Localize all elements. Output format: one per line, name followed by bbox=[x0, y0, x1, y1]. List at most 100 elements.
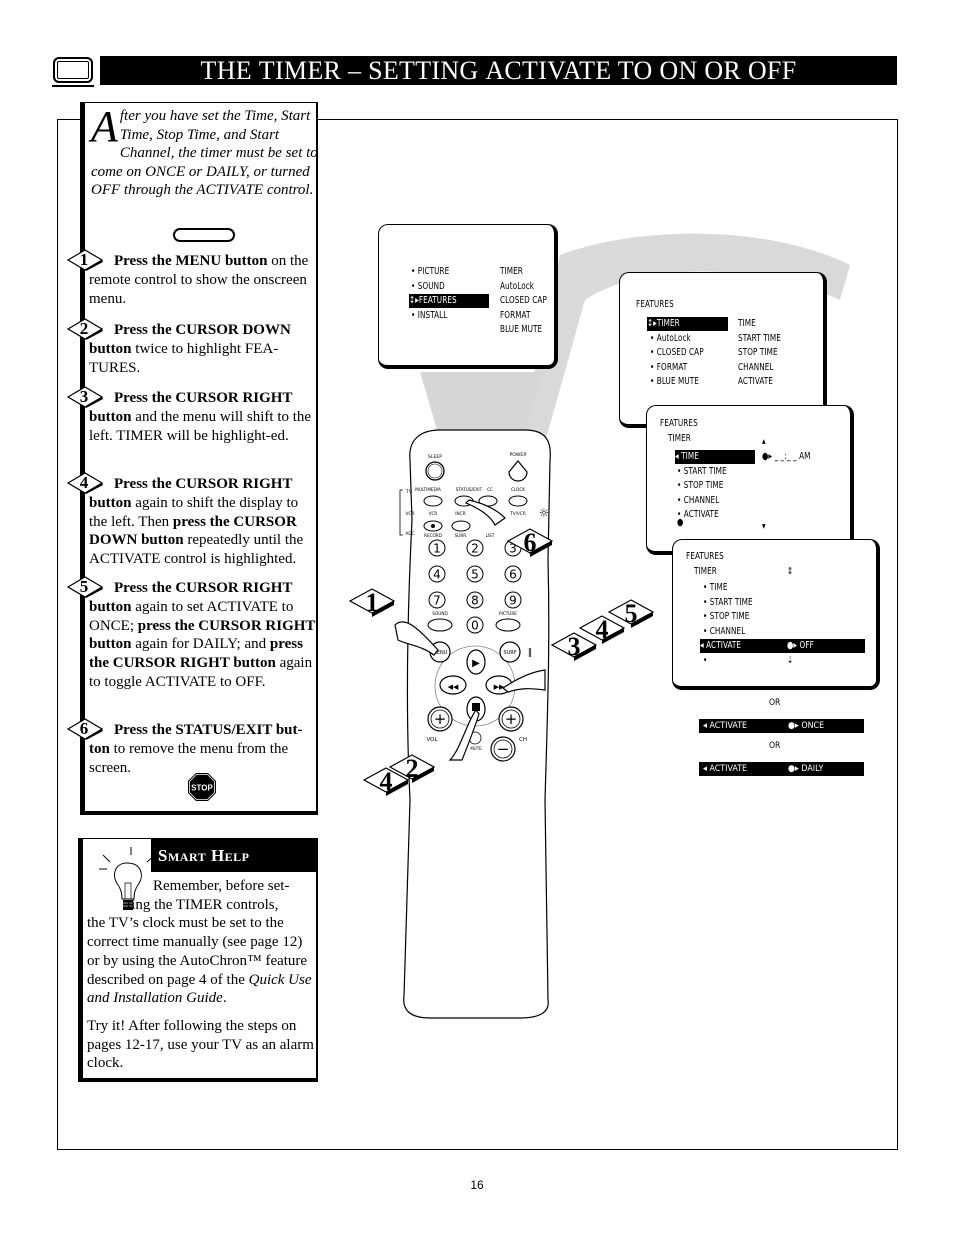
step-text: Press the MENU button on the remote cont… bbox=[89, 252, 319, 308]
sleep-button[interactable] bbox=[425, 461, 445, 481]
step-text: Press the CURSOR RIGHT button again to s… bbox=[89, 579, 319, 692]
help-period: . bbox=[222, 990, 227, 1007]
vol-up-button-glyph: + bbox=[434, 710, 447, 728]
fast-forward-icon: ▶▶ bbox=[494, 683, 505, 691]
menu-button-icon bbox=[173, 228, 235, 242]
clock-button[interactable] bbox=[508, 495, 528, 507]
step-number: 3 bbox=[79, 387, 89, 406]
mute-label: MUTE bbox=[470, 746, 482, 751]
step-6: 6 Press the STATUS/EXIT but-ton to remove… bbox=[66, 718, 319, 777]
page-number: 16 bbox=[470, 1178, 484, 1192]
surr-button[interactable] bbox=[451, 520, 471, 532]
step-action: Press the MENU button bbox=[114, 253, 268, 269]
step-number: 2 bbox=[79, 319, 89, 338]
mode-switch[interactable] bbox=[399, 489, 403, 536]
ch-up-button-glyph: + bbox=[505, 710, 518, 728]
sleep-label: SLEEP bbox=[428, 454, 442, 460]
rewind-icon: ◀◀ bbox=[448, 683, 459, 691]
record-label: RECORD bbox=[424, 533, 442, 538]
stop-sign-icon: STOP bbox=[188, 773, 216, 801]
ch-down-button-glyph: − bbox=[497, 740, 510, 758]
help-line-2: ting the TIMER controls, bbox=[127, 896, 279, 913]
step-number-badge: 3 bbox=[66, 386, 105, 408]
callout-number: 4 bbox=[596, 615, 609, 644]
cc-label: CC bbox=[487, 487, 493, 492]
digit-label: 1 bbox=[433, 542, 441, 556]
surf-label: SURF bbox=[503, 650, 516, 656]
digit-label: 4 bbox=[433, 568, 441, 582]
multimedia-button[interactable] bbox=[423, 495, 443, 507]
activate-option-once: ◂ ACTIVATE ●▸ ONCE bbox=[699, 719, 864, 733]
step-number: 6 bbox=[79, 719, 89, 738]
vcr-label: VCR bbox=[429, 511, 438, 516]
digit-label: 5 bbox=[471, 568, 479, 582]
activate-option-daily: ◂ ACTIVATE ●▸ DAILY bbox=[699, 762, 864, 776]
step-detail: to remove the menu from the screen. bbox=[89, 740, 289, 776]
picture-button[interactable] bbox=[495, 618, 521, 632]
ch-label: CH bbox=[519, 737, 527, 743]
vcr-mode-label: VCR bbox=[405, 511, 414, 517]
digit-label: 7 bbox=[433, 594, 441, 608]
step-4: 4 Press the CURSOR RIGHT button again to … bbox=[66, 472, 319, 569]
smart-help-title: Smart Help bbox=[151, 839, 316, 872]
digit-label: 0 bbox=[471, 619, 479, 633]
option-label: ◂ ACTIVATE bbox=[703, 764, 748, 774]
help-tip: Try it! After following the steps on pag… bbox=[87, 1017, 314, 1072]
acc-mode-label: ACC bbox=[405, 531, 414, 537]
sun-icon: ☼ bbox=[539, 506, 550, 520]
option-value: ●▸ ONCE bbox=[788, 721, 825, 731]
callout-number: 1 bbox=[366, 588, 379, 617]
drop-cap: A bbox=[91, 102, 118, 151]
pause-icon: ‖ bbox=[528, 648, 533, 658]
step-text: Press the CURSOR RIGHT button again to s… bbox=[89, 475, 319, 569]
step-3: 3 Press the CURSOR RIGHT button and the m… bbox=[66, 386, 319, 445]
step-text: Press the CURSOR RIGHT button and the me… bbox=[89, 389, 319, 445]
step-number-badge: 2 bbox=[66, 318, 105, 340]
sound-label: SOUND bbox=[432, 611, 447, 616]
step-2: 2 Press the CURSOR DOWN button twice to h… bbox=[66, 318, 319, 377]
incr-label: INCR. bbox=[455, 511, 466, 516]
callout-number: 3 bbox=[568, 632, 581, 661]
picture-label: PICTURE bbox=[499, 611, 517, 616]
status-exit-label: STATUS/EXIT bbox=[456, 487, 483, 492]
help-line-1: Remember, before set- bbox=[153, 878, 290, 894]
step-text: Press the CURSOR DOWN button twice to hi… bbox=[89, 321, 319, 377]
smart-help-box: Smart Help Remember, before set- ting th… bbox=[78, 838, 318, 1082]
or-label: OR bbox=[769, 698, 781, 708]
step-number-badge: 4 bbox=[66, 472, 105, 494]
clock-label: CLOCK bbox=[511, 487, 525, 492]
sound-button[interactable] bbox=[427, 618, 453, 632]
step-number-badge: 5 bbox=[66, 576, 105, 598]
digit-label: 2 bbox=[471, 542, 479, 556]
step-number-badge: 6 bbox=[66, 718, 105, 740]
intro-body: fter you have set the Time, Start Time, … bbox=[91, 108, 318, 199]
step-number: 4 bbox=[79, 473, 89, 492]
intro-text: After you have set the Time, Start Time,… bbox=[91, 102, 319, 200]
power-label: POWER bbox=[509, 452, 527, 458]
vol-label: VOL bbox=[426, 737, 438, 743]
smart-help-text: Remember, before set- ting the TIMER con… bbox=[87, 877, 317, 1082]
tv-mode-label: TV bbox=[405, 489, 413, 495]
step-number: 5 bbox=[79, 577, 89, 596]
svg-text:STOP: STOP bbox=[191, 784, 213, 793]
callout-number: 4 bbox=[380, 767, 393, 796]
digit-label: 6 bbox=[509, 568, 517, 582]
digit-label: 8 bbox=[471, 594, 479, 608]
callout-number: 6 bbox=[524, 528, 537, 557]
remote-body bbox=[403, 429, 551, 1019]
step-5: 5 Press the CURSOR RIGHT button again to … bbox=[66, 576, 319, 692]
step-number: 1 bbox=[79, 250, 89, 269]
list-label: LIST bbox=[486, 533, 495, 538]
step-number-badge: 1 bbox=[66, 249, 105, 271]
surr-label: SURR. bbox=[455, 533, 468, 538]
instruction-panel: After you have set the Time, Start Time,… bbox=[66, 102, 319, 815]
callout-number: 2 bbox=[406, 754, 419, 783]
tv-vcr-label: TV/VCR bbox=[509, 511, 526, 516]
option-label: ◂ ACTIVATE bbox=[703, 721, 748, 731]
play-icon: ▶ bbox=[472, 658, 480, 669]
callout-number: 5 bbox=[625, 599, 638, 628]
or-label: OR bbox=[769, 741, 781, 751]
step-detail: again for DAILY; and bbox=[131, 636, 270, 653]
step-text: Press the STATUS/EXIT but-ton to remove … bbox=[89, 721, 319, 777]
option-value: ●▸ DAILY bbox=[788, 764, 824, 774]
